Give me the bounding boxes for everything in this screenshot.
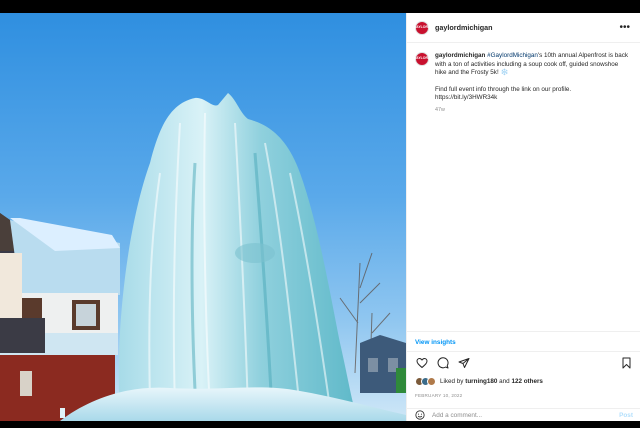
comment-bar: Post — [407, 408, 640, 421]
bottom-black-bar — [0, 421, 640, 428]
share-icon[interactable] — [457, 356, 471, 370]
caption-username[interactable]: gaylordmichigan — [435, 52, 485, 59]
emoji-icon[interactable] — [415, 410, 426, 421]
action-bar — [407, 351, 640, 373]
likes-text: Liked by turning180 and 122 others — [440, 378, 543, 385]
caption-avatar-logo-text: GAYLORD — [413, 56, 431, 61]
post-photo[interactable] — [0, 13, 406, 421]
likes-and: and — [499, 378, 510, 385]
likes-user[interactable]: turning180 — [465, 378, 497, 385]
caption-link[interactable]: https://bit.ly/3HWR34k — [435, 94, 630, 103]
comment-input[interactable] — [432, 411, 592, 419]
avatar[interactable]: GAYLORD — [413, 20, 431, 35]
likes-others[interactable]: 122 others — [511, 378, 543, 385]
bookmark-icon[interactable] — [619, 356, 633, 370]
view-insights-link[interactable]: View insights — [407, 331, 640, 351]
ice-fountain-image — [0, 93, 406, 421]
liker-avatar[interactable] — [427, 377, 436, 386]
liker-avatars — [415, 377, 436, 386]
caption-hashtag[interactable]: #GaylordMichigan — [487, 52, 538, 59]
likes-row: Liked by turning180 and 122 others — [415, 377, 543, 386]
caption-body: gaylordmichigan #GaylordMichigan's 10th … — [435, 52, 630, 114]
post-modal: GAYLORD gaylordmichigan ••• GAYLORD gayl… — [0, 13, 640, 421]
heart-icon[interactable] — [415, 356, 429, 370]
caption-line2: Find full event info through the link on… — [435, 85, 572, 93]
likes-prefix: Liked by — [440, 378, 464, 385]
more-icon[interactable]: ••• — [619, 22, 630, 33]
post-date: FEBRUARY 10, 2022 — [415, 393, 463, 398]
caption-age: 47w — [435, 106, 445, 113]
caption: GAYLORD gaylordmichigan #GaylordMichigan… — [407, 43, 640, 114]
avatar-logo-text: GAYLORD — [413, 24, 431, 29]
post-header: GAYLORD gaylordmichigan ••• — [407, 13, 640, 43]
header-username[interactable]: gaylordmichigan — [435, 23, 493, 32]
caption-avatar[interactable]: GAYLORD — [413, 52, 431, 66]
post-comment-button[interactable]: Post — [619, 412, 633, 419]
top-black-bar — [0, 0, 640, 13]
post-side-panel: GAYLORD gaylordmichigan ••• GAYLORD gayl… — [406, 13, 640, 421]
comment-icon[interactable] — [436, 356, 450, 370]
